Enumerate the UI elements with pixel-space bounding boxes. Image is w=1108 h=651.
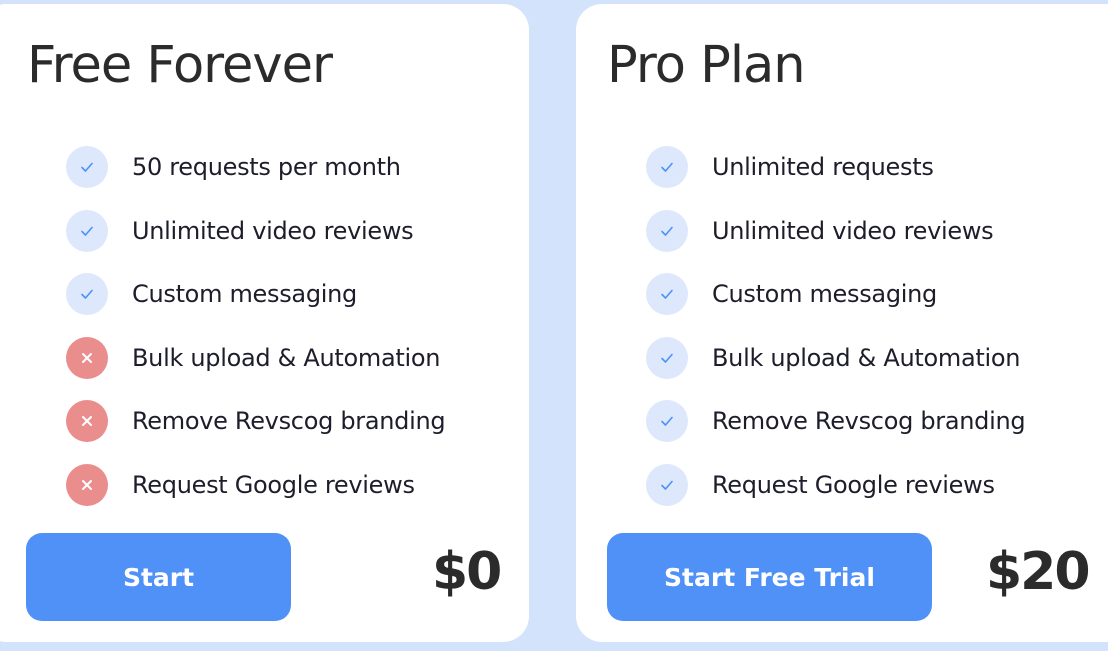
feature-item: Request Google reviews xyxy=(66,463,445,506)
feature-item: Bulk upload & Automation xyxy=(66,336,445,379)
feature-item: Remove Revscog branding xyxy=(66,400,446,443)
check-icon xyxy=(646,273,688,316)
check-icon xyxy=(646,400,688,443)
feature-list: Unlimited requests Unlimited video review… xyxy=(646,146,1026,528)
start-button[interactable]: Start xyxy=(26,533,291,621)
check-icon xyxy=(66,273,108,316)
feature-label: Unlimited video reviews xyxy=(712,216,994,245)
check-icon xyxy=(646,463,688,506)
plan-title: Free Forever xyxy=(27,36,333,95)
feature-label: Custom messaging xyxy=(712,280,937,309)
feature-list: 50 requests per month Unlimited video rev… xyxy=(66,146,446,528)
check-icon xyxy=(646,336,688,379)
plan-title: Pro Plan xyxy=(607,36,806,95)
feature-label: 50 requests per month xyxy=(132,153,401,181)
feature-item: Unlimited requests xyxy=(646,146,1025,188)
plan-price: $20 xyxy=(986,542,1091,602)
cross-icon xyxy=(66,463,108,506)
check-icon xyxy=(66,146,108,188)
plan-card-pro: Pro Plan Unlimited requests Unlimited vid… xyxy=(576,4,1108,642)
feature-item: Bulk upload & Automation xyxy=(646,336,1025,379)
feature-label: Remove Revscog branding xyxy=(712,407,1026,436)
cross-icon xyxy=(66,336,108,379)
start-free-trial-button[interactable]: Start Free Trial xyxy=(607,533,932,621)
feature-label: Remove Revscog branding xyxy=(132,407,446,436)
feature-item: Custom messaging xyxy=(646,273,1025,316)
feature-label: Bulk upload & Automation xyxy=(132,343,441,372)
feature-item: Unlimited video reviews xyxy=(66,209,445,252)
check-icon xyxy=(646,209,688,252)
cross-icon xyxy=(66,400,108,443)
feature-label: Custom messaging xyxy=(132,280,357,309)
feature-item: Request Google reviews xyxy=(646,463,1025,506)
feature-label: Request Google reviews xyxy=(712,470,995,499)
check-icon xyxy=(66,209,108,252)
feature-item: Unlimited video reviews xyxy=(646,209,1025,252)
check-icon xyxy=(646,146,688,188)
feature-item: Remove Revscog branding xyxy=(646,400,1026,443)
feature-label: Unlimited requests xyxy=(712,153,934,181)
feature-label: Request Google reviews xyxy=(132,470,415,499)
feature-label: Unlimited video reviews xyxy=(132,216,414,245)
plan-card-free: Free Forever 50 requests per month Unlimi… xyxy=(0,4,529,642)
plan-price: $0 xyxy=(432,542,502,602)
feature-label: Bulk upload & Automation xyxy=(712,343,1021,372)
feature-item: 50 requests per month xyxy=(66,146,445,188)
feature-item: Custom messaging xyxy=(66,273,445,316)
